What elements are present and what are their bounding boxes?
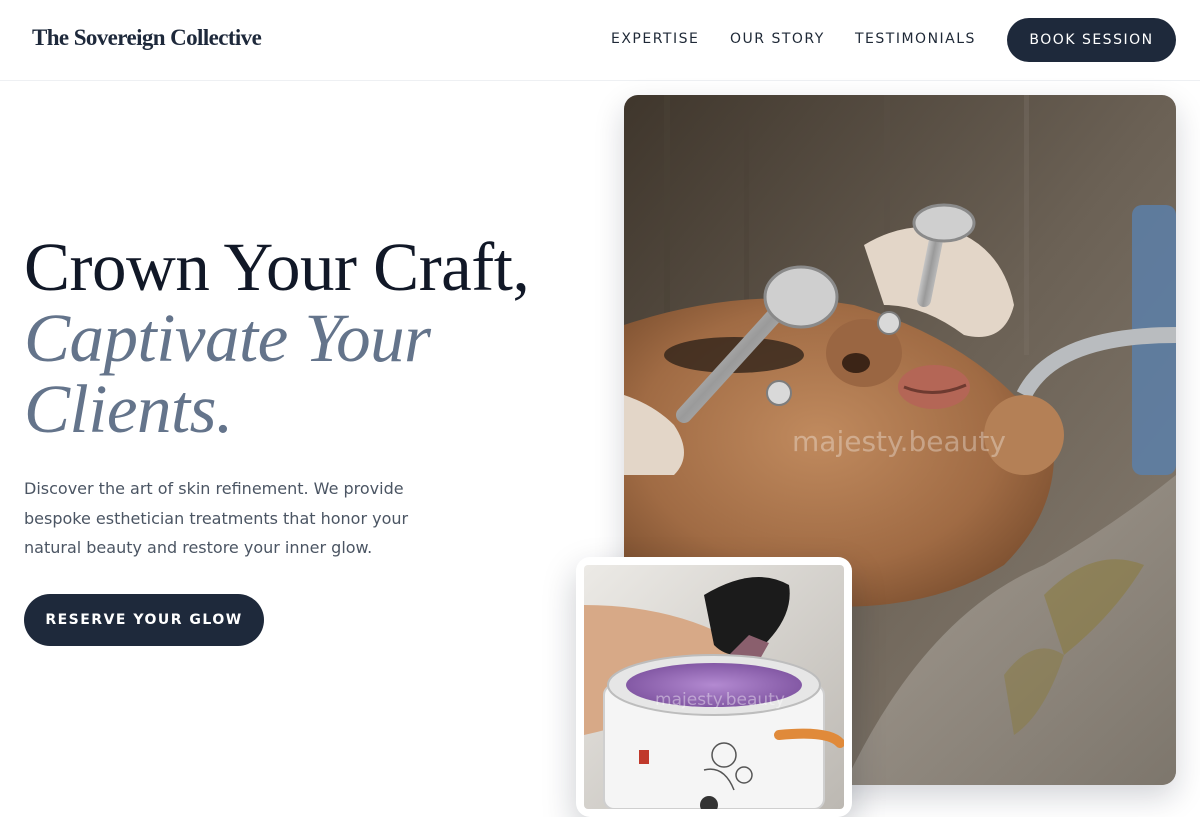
- nav-link-our-story[interactable]: OUR STORY: [730, 31, 825, 47]
- headline-line-3: Clients.: [24, 371, 233, 447]
- reserve-glow-button[interactable]: RESERVE YOUR GLOW: [24, 594, 264, 646]
- nav-link-testimonials[interactable]: TESTIMONIALS: [855, 31, 976, 47]
- brand-logo-text[interactable]: The Sovereign Collective: [32, 25, 262, 51]
- small-photo-watermark: majesty.beauty: [655, 690, 785, 710]
- headline-line-2: Captivate Your: [24, 300, 431, 376]
- top-navigation: The Sovereign Collective EXPERTISE OUR S…: [0, 0, 1200, 81]
- headline-line-1: Crown Your Craft,: [24, 229, 530, 305]
- book-session-button[interactable]: BOOK SESSION: [1007, 18, 1176, 62]
- hero-description: Discover the art of skin refinement. We …: [24, 479, 409, 557]
- nav-link-expertise[interactable]: EXPERTISE: [611, 31, 699, 47]
- main-photo-watermark: majesty.beauty: [792, 425, 1006, 458]
- wax-warmer-photo: majesty.beauty: [584, 565, 844, 809]
- hero-headline: Crown Your Craft, Captivate Your Clients…: [24, 232, 614, 445]
- wax-warmer-photo-card: majesty.beauty: [576, 557, 852, 817]
